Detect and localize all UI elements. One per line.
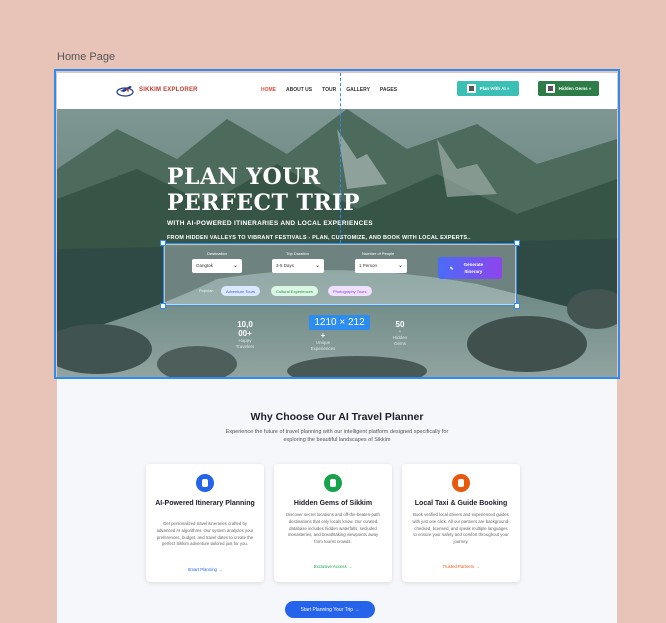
hero-title: PLAN YOUR PERFECT TRIP [167,164,360,216]
car-icon [452,474,470,492]
card-title: Local Taxi & Guide Booking [414,500,508,507]
stat-happy-travelers: 10,0 00+ Happy Travelers [227,320,263,350]
hidden-gems-button[interactable]: Hidden Gems » [538,81,599,96]
stat-label: + Hidden Gems [392,329,408,346]
plan-with-ai-button[interactable]: Plan With AI » [457,81,519,96]
feature-card-taxi-guide: Local Taxi & Guide Booking Book verified… [402,464,520,582]
chevron-down-icon: ⌄ [232,263,238,269]
why-section-title: Why Choose Our AI Travel Planner [250,411,424,423]
destination-label: Destination [207,251,228,256]
magic-wand-icon: ✎ [449,265,454,271]
dimension-badge: 1210 × 212 [309,315,370,330]
ai-icon [466,84,476,93]
brand-name: SIKKIM EXPLORER [139,87,198,93]
plane-logo-icon [116,86,134,97]
card-link-trusted-partners[interactable]: Trusted Partners → [402,564,520,569]
chip-adventure-tours[interactable]: Adventure Tours [221,286,261,296]
brand[interactable]: SIKKIM EXPLORER [115,82,198,98]
nav-tour[interactable]: TOUR [322,87,336,93]
card-text: Discover secret locations and off-the-be… [286,512,380,545]
trip-planner-form: Destination Gangtok ⌄ Trip Duration 3-5 … [164,244,516,305]
nav-pages[interactable]: PAGES [380,87,397,93]
stat-hidden-gems: 50 + Hidden Gems [387,320,413,347]
hero-title-line2: PERFECT TRIP [167,190,361,216]
popular-label: Popular: [199,288,214,293]
duration-select[interactable]: 3-5 Days ⌄ [272,259,324,273]
destination-select[interactable]: Gangtok ⌄ [192,259,242,273]
stat-label: Happy Travelers [235,338,255,349]
generate-itinerary-button[interactable]: ✎ Generate Itinerary [438,257,502,279]
nav-about-us[interactable]: ABOUT US [286,87,312,93]
brain-icon [196,474,214,492]
people-value: 1 Person [359,263,378,268]
hero-subtitle: WITH AI-POWERED ITINERARIES AND LOCAL EX… [167,220,373,227]
people-label: Number of People [362,251,395,256]
card-text: Get personalized travel itineraries craf… [156,521,254,547]
stat-number: 10,0 00+ [237,320,253,338]
frame-label: Home Page [57,51,116,63]
chip-cultural-experiences[interactable]: Cultural Experiences [271,286,318,296]
gem-icon [324,474,342,492]
nav-home[interactable]: HOME [261,87,276,93]
gem-thumb-icon [545,84,555,93]
why-section-description: Experience the future of travel planning… [225,429,449,443]
stat-number: 50 [395,320,405,329]
hero-tagline: FROM HIDDEN VALLEYS TO VIBRANT FESTIVALS… [167,235,471,241]
hero-title-line1: PLAN YOUR [167,164,321,190]
nav-gallery[interactable]: GALLERY [346,87,370,93]
navbar: SIKKIM EXPLORER HOME ABOUT US TOUR GALLE… [57,73,617,109]
feature-card-ai-planning: AI-Powered Itinerary Planning Get person… [146,464,264,582]
chip-photography-tours[interactable]: Photography Tours [328,286,372,296]
duration-label: Trip Duration [286,251,309,256]
generate-itinerary-label: Generate Itinerary [463,262,484,274]
stat-number: + [320,331,326,340]
feature-card-hidden-gems: Hidden Gems of Sikkim Discover secret lo… [274,464,392,582]
stat-label: Unique Experiences [310,340,336,351]
card-title: Hidden Gems of Sikkim [293,500,373,507]
hidden-gems-label: Hidden Gems » [558,86,592,91]
hero-section: PLAN YOUR PERFECT TRIP WITH AI-POWERED I… [57,109,617,378]
card-text: Book verified local drivers and experien… [412,512,510,545]
card-link-smart-planning[interactable]: Smart Planning → [146,567,264,572]
card-link-exclusive-access[interactable]: Exclusive Access → [274,564,392,569]
nav-links: HOME ABOUT US TOUR GALLERY PAGES [261,87,397,93]
chevron-down-icon: ⌄ [397,263,403,269]
chevron-down-icon: ⌄ [314,263,320,269]
plan-with-ai-label: Plan With AI » [479,86,510,91]
destination-value: Gangtok [196,263,214,268]
start-planning-button[interactable]: Start Planning Your Trip → [285,601,375,618]
home-page-artboard: SIKKIM EXPLORER HOME ABOUT US TOUR GALLE… [57,73,617,623]
people-select[interactable]: 1 Person ⌄ [355,259,407,273]
card-title: AI-Powered Itinerary Planning [155,500,255,507]
duration-value: 3-5 Days [276,263,295,268]
guide-line [340,73,341,243]
